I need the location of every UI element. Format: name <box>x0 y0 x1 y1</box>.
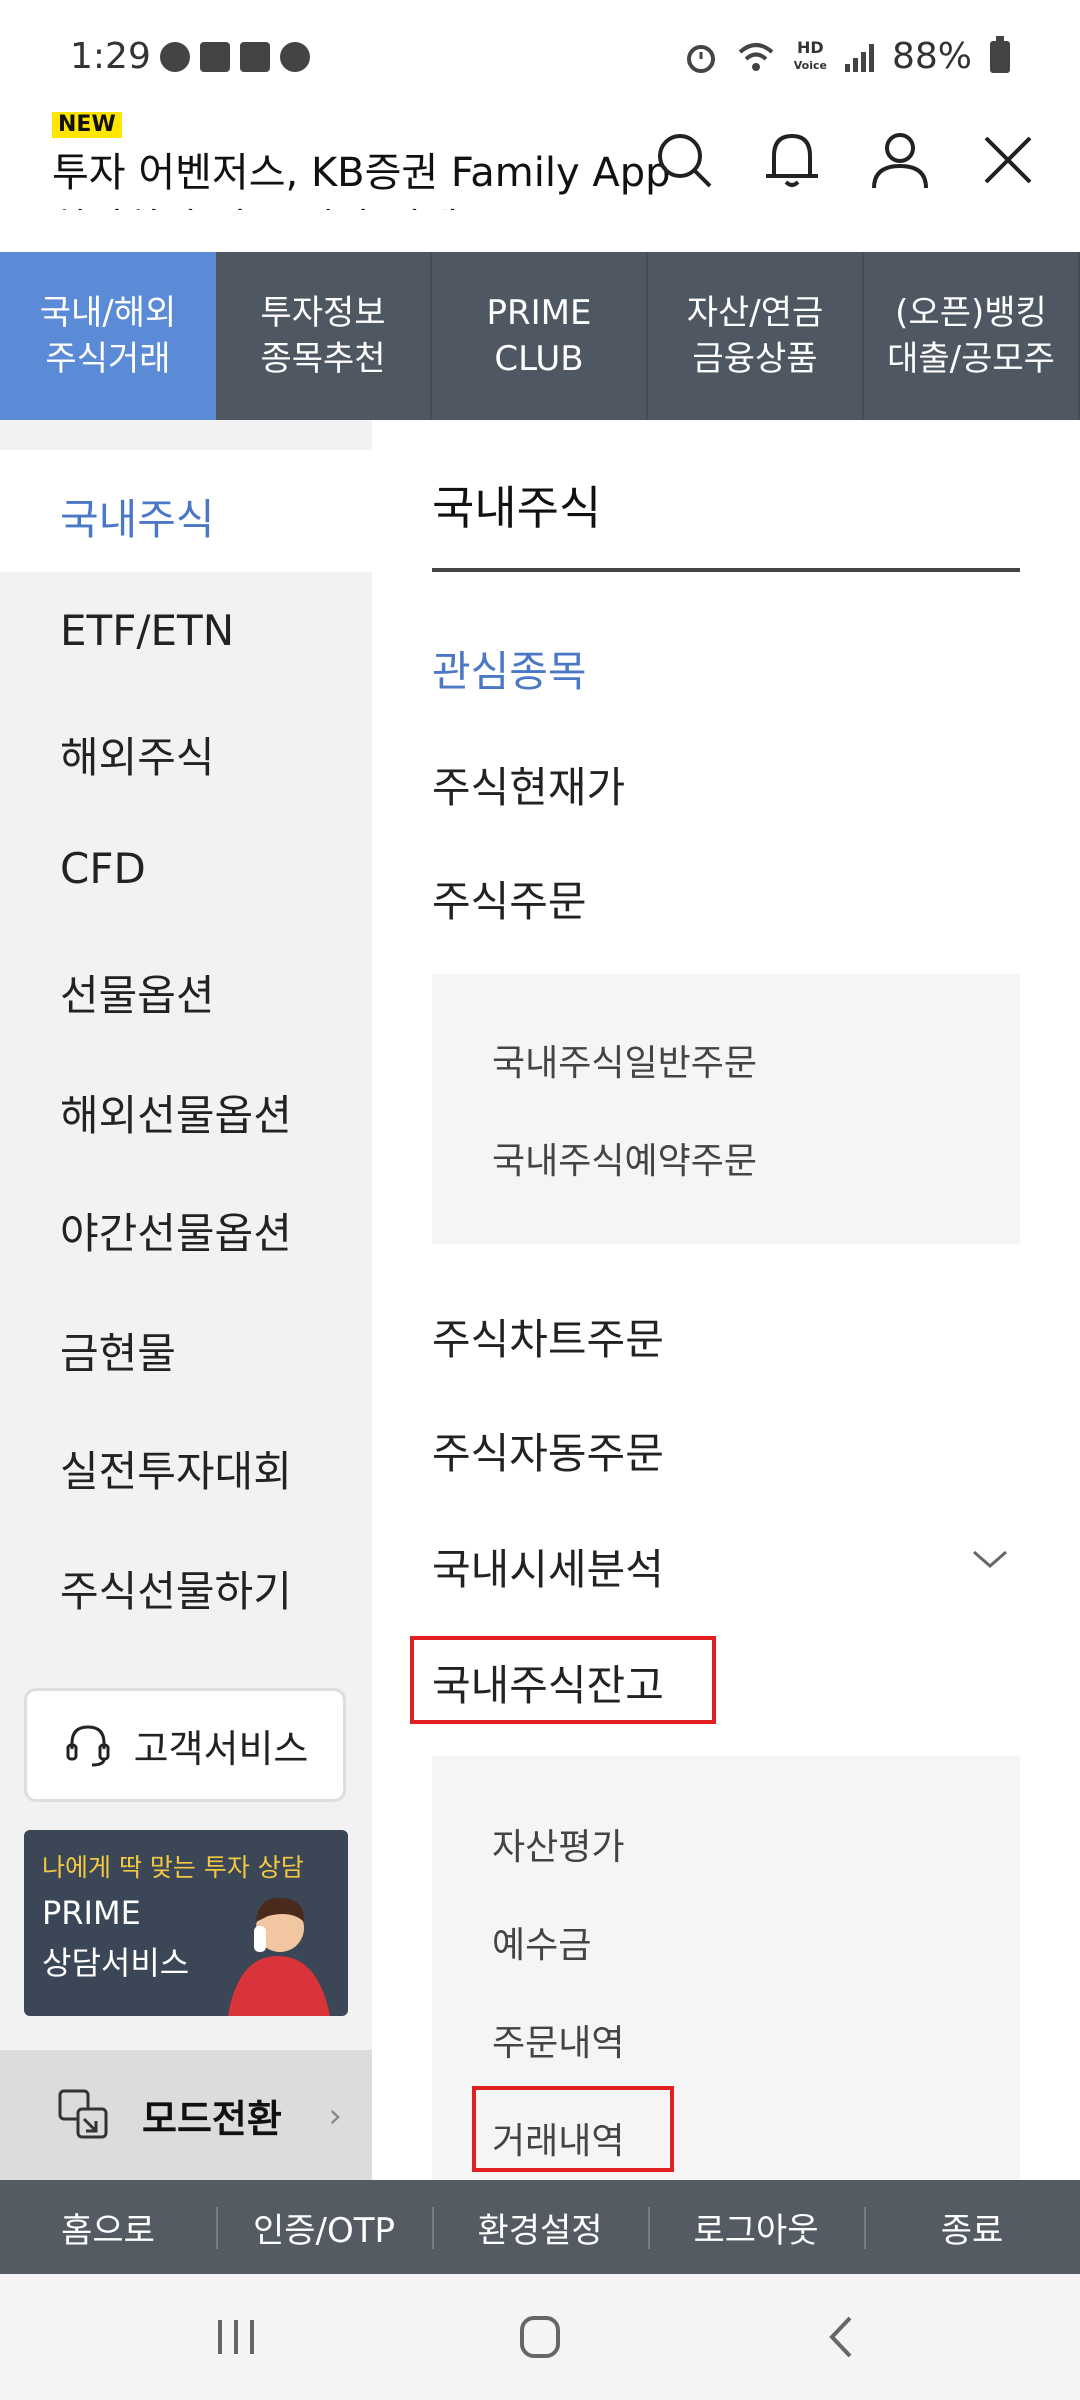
headset-icon <box>66 1725 110 1767</box>
hd-voice-icon: HD Voice <box>793 37 827 72</box>
sidebar-item-contest[interactable]: 실전투자대회 <box>60 1438 292 1499</box>
new-badge: NEW <box>52 112 122 138</box>
submenu-deposit[interactable]: 예수금 <box>492 1916 591 1968</box>
menu-chart-order[interactable]: 주식차트주문 <box>432 1306 664 1367</box>
bell-icon[interactable] <box>752 120 832 200</box>
tab-prime-club[interactable]: PRIME CLUB <box>432 252 648 420</box>
consultant-illustration-icon <box>228 1897 330 2016</box>
footer-auth-otp[interactable]: 인증/OTP <box>216 2203 432 2252</box>
sidebar-item-etf-etn[interactable]: ETF/ETN <box>60 606 234 655</box>
customer-service-label: 고객서비스 <box>133 1726 309 1771</box>
menu-market-analysis[interactable]: 국내시세분석 <box>432 1536 664 1597</box>
mode-switch-label: 모드전환 <box>142 2096 282 2141</box>
sidebar-item-night-futures[interactable]: 야간선물옵션 <box>60 1200 292 1261</box>
gallery-icon <box>200 42 230 72</box>
alarm-icon <box>686 44 715 73</box>
chat-icon <box>280 42 310 72</box>
search-icon[interactable] <box>646 120 726 200</box>
submenu-panel: 국내주식 관심종목 주식현재가 주식주문 국내주식일반주문 국내주식예약주문 주… <box>372 420 1080 2180</box>
chevron-right-icon: › <box>328 2096 342 2136</box>
user-icon[interactable] <box>860 120 940 200</box>
sidebar-item-cfd[interactable]: CFD <box>60 844 146 893</box>
banner-title-2: 상담서비스 <box>42 1944 190 1982</box>
tab-banking-loans[interactable]: (오픈)뱅킹 대출/공모주 <box>864 252 1080 420</box>
back-icon[interactable] <box>812 2312 872 2362</box>
menu-current-price[interactable]: 주식현재가 <box>432 754 625 815</box>
menu-stock-balance[interactable]: 국내주식잔고 <box>432 1652 664 1713</box>
mode-switch-icon <box>58 2089 108 2139</box>
system-status: HD Voice 88% <box>684 35 1010 77</box>
home-icon[interactable] <box>510 2312 570 2362</box>
footer-exit[interactable]: 종료 <box>864 2203 1080 2252</box>
submenu-reserved-order[interactable]: 국내주식예약주문 <box>492 1132 757 1184</box>
app-icon <box>240 42 270 72</box>
signal-icon <box>844 42 874 72</box>
wifi-icon <box>738 42 774 71</box>
prime-consult-banner[interactable]: 나에게 딱 맞는 투자 상담 PRIME 상담서비스 <box>24 1830 348 2016</box>
header-title[interactable]: 투자 어벤저스, KB증권 Family App <box>52 140 671 198</box>
footer-home[interactable]: 홈으로 <box>0 2203 216 2252</box>
notification-icons <box>160 42 310 72</box>
sidebar-item-gold[interactable]: 금현물 <box>60 1320 176 1381</box>
chevron-down-icon[interactable] <box>970 1540 1010 1580</box>
menu-stock-order[interactable]: 주식주문 <box>432 868 587 929</box>
chat-icon <box>160 42 190 72</box>
menu-watchlist[interactable]: 관심종목 <box>432 638 587 699</box>
status-time: 1:29 <box>70 36 151 77</box>
order-submenu: 국내주식일반주문 국내주식예약주문 <box>432 974 1020 1244</box>
app-header: NEW 투자 어벤저스, KB증권 Family App 하나하나 아주 뭔가 … <box>0 100 1080 252</box>
tab-investment-info[interactable]: 투자정보 종목추천 <box>216 252 432 420</box>
bottom-menu-bar: 홈으로 인증/OTP 환경설정 로그아웃 종료 <box>0 2180 1080 2274</box>
sidebar-item-stock-gift[interactable]: 주식선물하기 <box>60 1558 292 1619</box>
submenu-general-order[interactable]: 국내주식일반주문 <box>492 1034 757 1086</box>
footer-settings[interactable]: 환경설정 <box>432 2203 648 2252</box>
header-subtitle: 하나하나 아주 뭔가 있게 <box>52 196 458 210</box>
banner-title-1: PRIME <box>42 1894 141 1932</box>
sidebar-item-overseas-stock[interactable]: 해외주식 <box>60 724 215 785</box>
section-title: 국내주식 <box>432 481 602 535</box>
mode-switch-button[interactable]: 모드전환 › <box>0 2050 372 2180</box>
sidebar-item-overseas-futures[interactable]: 해외선물옵션 <box>60 1082 292 1143</box>
category-sidebar: 국내주식 ETF/ETN 해외주식 CFD 선물옵션 해외선물옵션 야간선물옵션… <box>0 420 372 2180</box>
close-icon[interactable] <box>968 120 1048 200</box>
submenu-order-history[interactable]: 주문내역 <box>492 2014 624 2066</box>
submenu-asset-evaluation[interactable]: 자산평가 <box>492 1818 624 1870</box>
highlight-box-trade-history <box>472 2086 674 2172</box>
section-divider <box>432 568 1020 572</box>
sidebar-item-futures-options[interactable]: 선물옵션 <box>60 962 215 1023</box>
tab-assets-pension[interactable]: 자산/연금 금융상품 <box>648 252 864 420</box>
battery-icon <box>990 35 1010 73</box>
top-category-tabs: 국내/해외 주식거래 투자정보 종목추천 PRIME CLUB 자산/연금 금융상품 (… <box>0 252 1080 420</box>
status-bar: 1:29 HD Voice 88% <box>0 0 1080 100</box>
menu-auto-order[interactable]: 주식자동주문 <box>432 1420 664 1481</box>
recent-apps-icon[interactable] <box>206 2312 266 2362</box>
sidebar-item-domestic-stock[interactable]: 국내주식 <box>60 486 215 547</box>
footer-logout[interactable]: 로그아웃 <box>648 2203 864 2252</box>
tab-domestic-overseas-trading[interactable]: 국내/해외 주식거래 <box>0 252 216 420</box>
battery-percent: 88% <box>891 36 972 77</box>
customer-service-button[interactable]: 고객서비스 <box>24 1688 346 1802</box>
system-navigation-bar <box>0 2274 1080 2400</box>
